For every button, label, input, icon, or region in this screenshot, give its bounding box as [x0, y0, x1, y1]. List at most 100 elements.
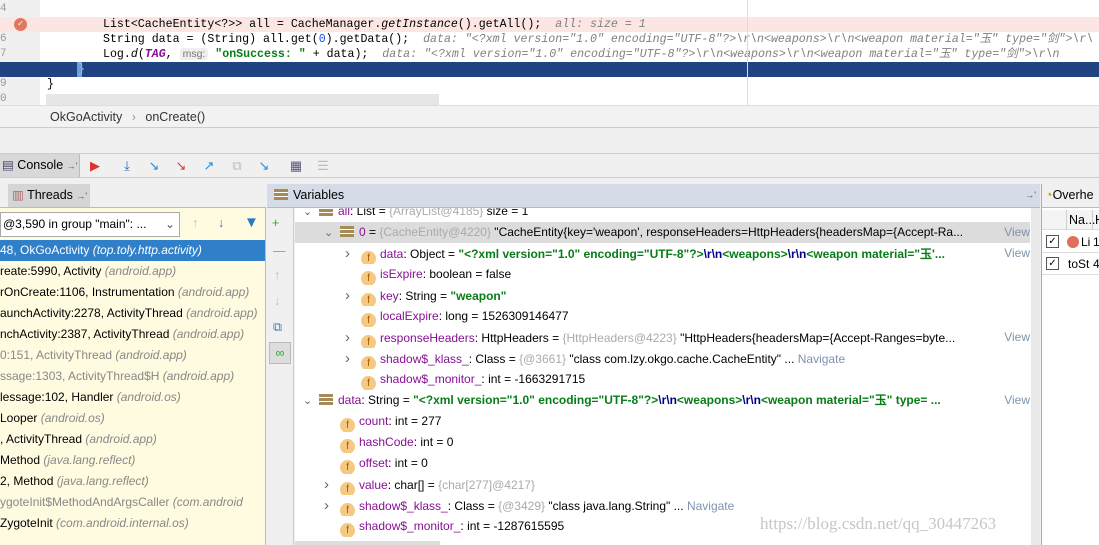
force-step-into-icon[interactable]: ↘: [172, 157, 190, 175]
pin-icon[interactable]: →': [67, 161, 78, 171]
object-ref: {@3661}: [519, 352, 567, 366]
equals: =: [484, 499, 499, 513]
variable-row[interactable]: f count: int = 277: [295, 411, 1030, 432]
run-to-cursor-icon[interactable]: ↘: [255, 157, 273, 175]
overhead-hits: 4: [1093, 253, 1099, 275]
move-down-icon[interactable]: ↓: [274, 294, 280, 308]
stack-frame[interactable]: rOnCreate:1106, Instrumentation (android…: [0, 282, 265, 303]
pin-icon[interactable]: →': [1025, 184, 1036, 207]
stack-frame[interactable]: , ActivityThread (android.app): [0, 429, 265, 450]
code-editor[interactable]: 4567890 ✓ List<CacheEntity<?>> all = Cac…: [0, 0, 1099, 105]
move-up-icon[interactable]: ↑: [274, 268, 280, 282]
drop-frame-icon[interactable]: ⧉: [228, 157, 246, 175]
breakpoint-icon[interactable]: ✓: [14, 18, 27, 31]
stack-frame[interactable]: ZygoteInit (com.android.internal.os): [0, 513, 265, 534]
code-text: String data = (String) all.get(: [103, 33, 319, 46]
step-into-icon[interactable]: ↘: [145, 157, 163, 175]
variable-row[interactable]: › f value: char[] = {char[277]@4217}: [295, 474, 1030, 495]
variable-row[interactable]: ⌄ 0 = {CacheEntity@4220} "CacheEntity{key…: [295, 222, 1030, 243]
variable-name: value: [359, 478, 388, 492]
stack-frame[interactable]: aunchActivity:2278, ActivityThread (andr…: [0, 303, 265, 324]
view-link[interactable]: View: [1001, 243, 1030, 264]
variable-type: : int: [413, 435, 434, 449]
stack-frame[interactable]: 2, Method (java.lang.reflect): [0, 471, 265, 492]
chevron-right-icon[interactable]: ›: [345, 327, 361, 348]
variable-row[interactable]: › f key: String = "weapon": [295, 285, 1030, 306]
stack-frame[interactable]: lessage:102, Handler (android.os): [0, 387, 265, 408]
overhead-header: ◔Overhe: [1041, 184, 1099, 208]
stack-frame[interactable]: 0:151, ActivityThread (android.app): [0, 345, 265, 366]
variable-row[interactable]: f localExpire: long = 1526309146477: [295, 306, 1030, 327]
tab-console[interactable]: ▤ Console →': [0, 154, 80, 177]
stack-frame[interactable]: nchActivity:2387, ActivityThread (androi…: [0, 324, 265, 345]
column-header-name[interactable]: Na...: [1066, 210, 1095, 230]
breadcrumb-item-class[interactable]: OkGoActivity: [50, 110, 122, 124]
step-out-icon[interactable]: ↗: [200, 157, 218, 175]
variable-row[interactable]: ⌄ data: String = "<?xml version="1.0" enc…: [295, 390, 1030, 411]
object-ref: {CacheEntity@4220}: [379, 225, 491, 239]
code-line-breakpoint: ✓ List<CacheEntity<?>> all = CacheManage…: [0, 17, 1099, 32]
variable-row[interactable]: ⌄ all: List = {ArrayList@4185} size = 1: [295, 208, 1030, 222]
variable-row[interactable]: › f shadow$_klass_: Class = {@3661} "class…: [295, 348, 1030, 369]
view-link[interactable]: View: [1001, 390, 1030, 411]
overhead-row[interactable]: ✓ toSt4: [1042, 253, 1099, 275]
variable-name: isExpire: [380, 267, 423, 281]
thread-select[interactable]: @3,590 in group "main": ... ⌄: [0, 212, 180, 237]
variable-type: : String: [361, 393, 400, 407]
variable-row[interactable]: › f shadow$_klass_: Class = {@3429} "class…: [295, 495, 1030, 516]
breadcrumb-item-method[interactable]: onCreate(): [145, 110, 205, 124]
chevron-right-icon[interactable]: ›: [345, 348, 361, 369]
chevron-right-icon[interactable]: ›: [324, 474, 340, 495]
column-header-hits[interactable]: H: [1092, 210, 1099, 230]
new-watch-icon[interactable]: +: [272, 216, 279, 230]
vertical-scrollbar[interactable]: [1031, 208, 1040, 545]
frame-method: nchActivity:2387, ActivityThread: [0, 327, 170, 341]
stack-frame[interactable]: ssage:1303, ActivityThread$H (android.ap…: [0, 366, 265, 387]
frame-package: (android.app): [162, 369, 235, 383]
checkbox[interactable]: ✓: [1046, 257, 1059, 270]
frames-panel: @3,590 in group "main": ... ⌄ ↑ ↓ ▼ 48, …: [0, 208, 266, 545]
variable-row[interactable]: f isExpire: boolean = false: [295, 264, 1030, 285]
show-watches-icon[interactable]: ∞: [269, 342, 291, 364]
navigate-link[interactable]: Navigate: [687, 499, 734, 513]
arrow-down-icon[interactable]: ↓: [218, 216, 224, 230]
stack-frame[interactable]: Method (java.lang.reflect): [0, 450, 265, 471]
stack-frame[interactable]: reate:5990, Activity (android.app): [0, 261, 265, 282]
tab-threads[interactable]: ▥ Threads →': [8, 184, 90, 207]
variable-row[interactable]: f hashCode: int = 0: [295, 432, 1030, 453]
step-over-icon[interactable]: ⤓: [118, 157, 136, 175]
variable-row[interactable]: › f responseHeaders: HttpHeaders = {HttpHe…: [295, 327, 1030, 348]
chevron-right-icon[interactable]: ›: [324, 495, 340, 516]
stack-frame[interactable]: 48, OkGoActivity (top.toly.http.activity…: [0, 240, 265, 261]
checkbox[interactable]: ✓: [1046, 235, 1059, 248]
evaluate-expression-icon[interactable]: ▦: [287, 157, 305, 175]
variable-type: : List: [350, 208, 376, 218]
variable-row[interactable]: › f data: Object = "<?xml version="1.0" en…: [295, 243, 1030, 264]
variable-type: : char[]: [387, 478, 425, 492]
variables-tree[interactable]: ⌄ all: List = {ArrayList@4185} size = 1 ⌄ 0…: [295, 208, 1031, 545]
chevron-right-icon[interactable]: ›: [345, 285, 361, 306]
variable-row[interactable]: f shadow$_monitor_: int = -1663291715: [295, 369, 1030, 390]
horizontal-scrollbar[interactable]: [46, 94, 439, 105]
remove-watch-icon[interactable]: —: [273, 244, 286, 258]
view-link[interactable]: View: [1001, 327, 1030, 348]
variable-value: -1663291715: [514, 372, 586, 386]
field-icon: f: [361, 313, 376, 327]
trace-icon[interactable]: ☰: [314, 157, 332, 175]
filter-icon[interactable]: ▼: [244, 214, 259, 231]
copy-icon[interactable]: ⧉: [273, 320, 282, 335]
stack-frame[interactable]: ygoteInit$MethodAndArgsCaller (com.andro…: [0, 492, 265, 513]
stack-frame[interactable]: Looper (android.os): [0, 408, 265, 429]
view-link[interactable]: View: [1001, 222, 1030, 243]
chevron-down-icon[interactable]: ⌄: [303, 208, 319, 222]
show-execution-point-icon[interactable]: ▶: [86, 157, 104, 175]
navigate-link[interactable]: Navigate: [798, 352, 845, 366]
chevron-right-icon[interactable]: ›: [345, 243, 361, 264]
arrow-up-icon[interactable]: ↑: [192, 216, 198, 230]
horizontal-scrollbar[interactable]: [295, 541, 440, 545]
chevron-down-icon[interactable]: ⌄: [303, 391, 319, 411]
chevron-down-icon[interactable]: ⌄: [324, 223, 340, 243]
pin-icon[interactable]: →': [76, 191, 87, 201]
variable-row[interactable]: f offset: int = 0: [295, 453, 1030, 474]
overhead-row[interactable]: ✓ Li1: [1042, 231, 1099, 253]
